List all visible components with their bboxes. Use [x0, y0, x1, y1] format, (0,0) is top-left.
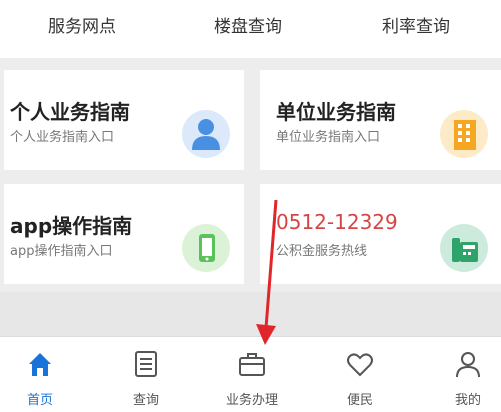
user-icon: [456, 352, 480, 378]
card-subtitle: 个人业务指南入口: [10, 130, 115, 145]
card-subtitle: app操作指南入口: [10, 244, 113, 259]
person-icon: [182, 110, 230, 158]
unit-guide-card[interactable]: 单位业务指南 单位业务指南入口: [260, 70, 501, 170]
tab-label: 首页: [26, 393, 53, 408]
personal-guide-card[interactable]: 个人业务指南 个人业务指南入口: [4, 70, 244, 170]
hotline-number: 0512-12329: [276, 210, 398, 234]
app-guide-card[interactable]: app操作指南 app操作指南入口: [4, 184, 244, 284]
home-icon: [29, 353, 51, 376]
shortcut-property-query[interactable]: 楼盘查询: [214, 12, 282, 37]
tab-label: 查询: [132, 393, 159, 408]
card-title: 单位业务指南: [276, 100, 396, 124]
tab-profile[interactable]: 我的: [428, 337, 501, 412]
tab-query[interactable]: 查询: [106, 337, 186, 412]
bottom-tab-bar: 首页 查询 业务办理 便民 我的: [0, 336, 501, 412]
card-subtitle: 单位业务指南入口: [276, 130, 381, 145]
document-icon: [135, 351, 157, 377]
hotline-card[interactable]: 0512-12329 公积金服务热线: [260, 184, 501, 284]
card-title: app操作指南: [10, 214, 133, 238]
briefcase-icon: [239, 353, 265, 376]
hotline-icon: [440, 224, 488, 272]
tab-label: 业务办理: [225, 393, 278, 408]
heart-icon: [347, 353, 373, 377]
shortcut-rate-query[interactable]: 利率查询: [382, 12, 450, 37]
tab-label: 我的: [454, 393, 481, 408]
card-subtitle: 公积金服务热线: [276, 244, 368, 259]
tab-home[interactable]: 首页: [0, 337, 80, 412]
tab-business[interactable]: 业务办理: [212, 337, 292, 412]
card-title: 个人业务指南: [10, 100, 130, 124]
building-icon: [440, 110, 488, 158]
shortcut-service-outlets[interactable]: 服务网点: [48, 12, 116, 37]
tab-convenience[interactable]: 便民: [320, 337, 400, 412]
content-area-bottom: [0, 292, 501, 336]
top-shortcut-bar: 服务网点 楼盘查询 利率查询: [0, 0, 501, 58]
phone-icon: [182, 224, 230, 272]
tab-label: 便民: [346, 393, 373, 408]
